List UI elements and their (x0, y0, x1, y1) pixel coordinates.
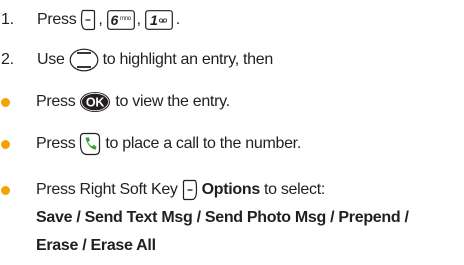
period: . (175, 11, 180, 28)
ok-label: OK (86, 96, 104, 110)
step-text: Use (37, 51, 65, 68)
bullet-text: to view the entry. (115, 93, 230, 110)
bullet-2: Press to place a call to the number. (0, 132, 301, 156)
send-key-icon (79, 132, 101, 156)
instructions-page: 1. Press , 6 mno , 1 . 2. Use to highlig… (0, 0, 464, 265)
bullet-text: Press Right Soft Key (36, 181, 178, 198)
step-1: 1. Press , 6 mno , 1 . (0, 9, 180, 31)
bullet-dot (1, 97, 10, 107)
key-6-mno-icon: 6 mno (106, 10, 135, 30)
bullet-text: to select: (263, 181, 326, 198)
step-2: 2. Use to highlight an entry, then (0, 48, 273, 72)
menu-options-line-1: Save / Send Text Msg / Send Photo Msg / … (36, 209, 409, 226)
key-1-voicemail-icon: 1 (144, 10, 173, 30)
step-number: 1. (1, 11, 14, 28)
bullet-text: to place a call to the number. (105, 135, 301, 152)
menu-options-line-2: Erase / Erase All (36, 237, 156, 254)
key-digit: 6 (110, 12, 118, 28)
bullet-dot (1, 139, 10, 149)
bullet-3: Press Right Soft Key Options to select: (0, 179, 325, 201)
step-number: 2. (1, 51, 14, 68)
separator: , (98, 11, 103, 28)
bullet-1: Press OK to view the entry. (0, 91, 230, 113)
ok-key-icon: OK (79, 91, 111, 113)
options-label: Options (201, 181, 261, 198)
separator: , (136, 11, 141, 28)
bullet-text: Press (36, 135, 76, 152)
left-soft-key-icon (80, 9, 96, 31)
key-letters: mno (120, 16, 132, 22)
key-digit: 1 (150, 12, 158, 28)
step-text: Press (37, 11, 77, 28)
nav-key-icon (69, 48, 99, 72)
right-soft-key-icon (182, 179, 198, 201)
step-text: to highlight an entry, then (102, 51, 274, 68)
bullet-dot (1, 185, 10, 195)
bullet-text: Press (36, 93, 76, 110)
